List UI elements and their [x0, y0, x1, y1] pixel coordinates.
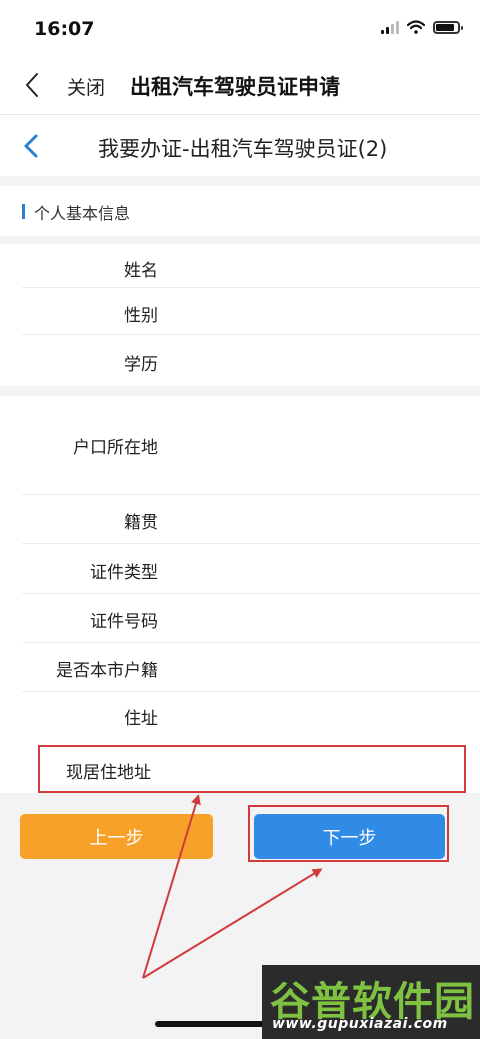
prev-step-button[interactable]: 上一步 [20, 814, 213, 859]
form-group-basic: 姓名 性别 学历 [0, 244, 480, 386]
close-button[interactable]: 关闭 [67, 73, 105, 100]
status-bar: 16:07 [0, 0, 480, 56]
form-row-hukou-location[interactable]: 户口所在地 [22, 396, 480, 495]
page-back-chevron-icon[interactable] [18, 132, 46, 160]
field-label-id-number: 证件号码 [90, 612, 158, 632]
nav-title: 出租汽车驾驶员证申请 [130, 75, 340, 99]
section-divider [0, 236, 480, 244]
field-label-name: 姓名 [124, 261, 158, 281]
annotation-next-outline [248, 805, 449, 862]
form-row-gender[interactable]: 性别 [22, 288, 480, 335]
nav-bar: 关闭 出租汽车驾驶员证申请 [0, 56, 480, 114]
field-label-hukou-location: 户口所在地 [73, 438, 158, 458]
page-header: 我要办证-出租汽车驾驶员证(2) [0, 114, 480, 176]
form-group-identity: 户口所在地 籍贯 证件类型 证件号码 是否本市户籍 住址 [0, 396, 480, 745]
page-title: 我要办证-出租汽车驾驶员证(2) [98, 137, 388, 161]
field-label-id-type: 证件类型 [90, 563, 158, 583]
form-row-education[interactable]: 学历 [22, 335, 480, 386]
section-divider [0, 386, 480, 396]
section-divider [0, 176, 480, 186]
form-row-id-number[interactable]: 证件号码 [22, 594, 480, 643]
form-row-id-type[interactable]: 证件类型 [22, 544, 480, 594]
form-row-native-place[interactable]: 籍贯 [22, 495, 480, 544]
field-label-local-hukou: 是否本市户籍 [56, 661, 158, 681]
watermark-url: www.gupuxiazai.com [272, 1016, 448, 1032]
section-title: 个人基本信息 [34, 204, 131, 223]
section-header: 个人基本信息 [0, 186, 480, 236]
cellular-signal-icon [381, 20, 399, 34]
status-time: 16:07 [34, 18, 95, 40]
section-accent-bar [22, 204, 25, 219]
watermark-logo: 谷普软件园 www.gupuxiazai.com [262, 965, 480, 1039]
field-label-education: 学历 [124, 355, 158, 375]
field-label-address: 住址 [124, 709, 158, 729]
annotation-highlight-box [38, 745, 466, 793]
wifi-icon [407, 20, 425, 34]
back-chevron-icon[interactable] [18, 70, 48, 100]
field-label-gender: 性别 [124, 306, 158, 326]
form-row-address[interactable]: 住址 [22, 692, 480, 745]
status-icons [381, 20, 463, 34]
field-label-native-place: 籍贯 [124, 513, 158, 533]
form-row-name[interactable]: 姓名 [22, 244, 480, 288]
form-row-local-hukou[interactable]: 是否本市户籍 [22, 643, 480, 692]
battery-icon [433, 20, 463, 34]
